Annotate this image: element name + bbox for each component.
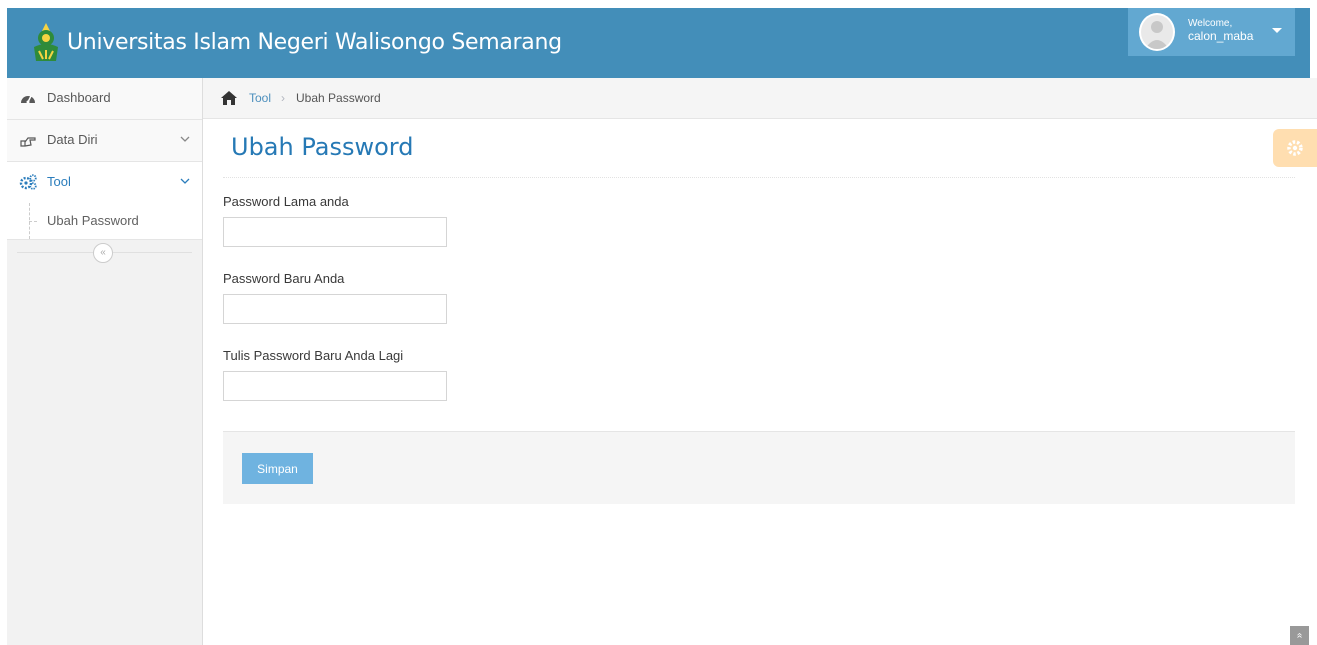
old-password-label: Password Lama anda [223,194,349,209]
settings-button[interactable] [1273,129,1317,167]
old-password-input[interactable] [223,217,447,247]
navbar: Universitas Islam Negeri Walisongo Semar… [0,0,1317,78]
sidebar-item-tool[interactable]: Tool [7,162,202,203]
sidebar-collapse-button[interactable]: « [93,243,113,263]
breadcrumb: Tool › Ubah Password [203,78,1317,119]
sidebar-item-label: Tool [47,174,71,189]
chevron-down-icon [180,178,190,184]
confirm-password-input[interactable] [223,371,447,401]
sidebar-item-label: Data Diri [47,132,98,147]
cogs-icon [19,174,37,190]
new-password-label: Password Baru Anda [223,271,345,286]
user-menu[interactable]: Welcome, calon_maba [1128,8,1295,56]
save-button[interactable]: Simpan [242,453,313,484]
breadcrumb-link-tool[interactable]: Tool [249,91,271,105]
sidebar-item-dashboard[interactable]: Dashboard [7,78,202,120]
scroll-up-button[interactable]: » [1290,626,1309,645]
chevron-down-icon [180,136,190,142]
caret-down-icon [1272,28,1282,33]
submenu-item-label: Ubah Password [47,213,139,228]
username: calon_maba [1188,29,1254,43]
tree-branch [29,221,37,222]
avatar [1139,13,1175,51]
brand-title[interactable]: Universitas Islam Negeri Walisongo Semar… [67,30,562,55]
welcome-text: Welcome, [1188,18,1233,29]
tool-submenu: Ubah Password [7,203,202,240]
page-title: Ubah Password [231,133,414,161]
sidebar-collapse-bar: « [7,240,202,266]
user-avatar-icon [1145,21,1169,49]
sidebar-item-data-diri[interactable]: Data Diri [7,120,202,162]
form-actions: Simpan [223,431,1295,504]
tachometer-icon [21,95,35,104]
navbar-inner: Universitas Islam Negeri Walisongo Semar… [7,8,1310,78]
breadcrumb-current: Ubah Password [296,91,381,105]
gear-icon [1287,140,1303,156]
submenu-item-ubah-password[interactable]: Ubah Password [7,203,202,239]
home-icon[interactable] [221,91,237,105]
divider [223,177,1295,178]
university-logo-icon [34,23,58,61]
hand-pointer-icon [20,137,36,147]
sidebar-item-label: Dashboard [47,90,111,105]
sidebar: Dashboard Data Diri Tool Ubah Password « [7,78,203,645]
confirm-password-label: Tulis Password Baru Anda Lagi [223,348,404,363]
new-password-input[interactable] [223,294,447,324]
breadcrumb-separator: › [281,91,285,105]
